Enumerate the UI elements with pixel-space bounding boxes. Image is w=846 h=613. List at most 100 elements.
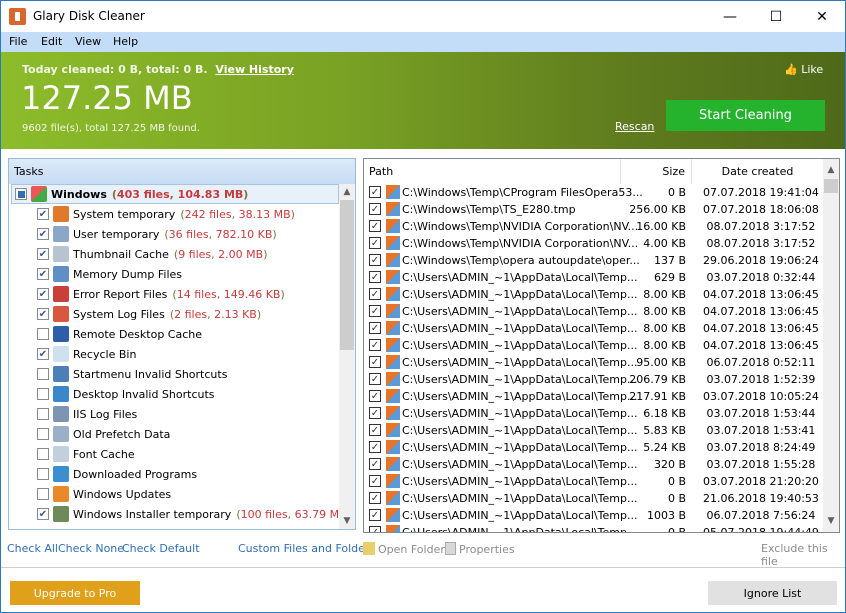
task-checkbox[interactable]: ✔ xyxy=(37,268,49,280)
file-row[interactable]: ✓ C:\Users\ADMIN_~1\AppData\Local\Temp...… xyxy=(364,524,824,532)
task-checkbox[interactable] xyxy=(15,188,27,200)
exclude-file-link[interactable]: Exclude this file xyxy=(761,542,845,568)
file-checkbox[interactable]: ✓ xyxy=(369,526,381,532)
close-button[interactable]: ✕ xyxy=(799,1,845,32)
task-checkbox[interactable]: ✔ xyxy=(37,288,49,300)
scroll-up-icon[interactable]: ▲ xyxy=(823,162,839,178)
task-checkbox[interactable] xyxy=(37,448,49,460)
task-item[interactable]: Windows Updates xyxy=(9,484,339,504)
column-path[interactable]: Path xyxy=(364,159,621,184)
file-row[interactable]: ✓ C:\Users\ADMIN_~1\AppData\Local\Temp...… xyxy=(364,320,824,337)
file-row[interactable]: ✓ C:\Users\ADMIN_~1\AppData\Local\Temp...… xyxy=(364,473,824,490)
menu-edit[interactable]: Edit xyxy=(41,35,62,48)
file-checkbox[interactable]: ✓ xyxy=(369,407,381,419)
task-item[interactable]: ✔ Error Report Files (14 files, 149.46 KB) xyxy=(9,284,339,304)
scroll-up-icon[interactable]: ▲ xyxy=(339,184,355,200)
file-row[interactable]: ✓ C:\Users\ADMIN_~1\AppData\Local\Temp...… xyxy=(364,371,824,388)
file-row[interactable]: ✓ C:\Users\ADMIN_~1\AppData\Local\Temp...… xyxy=(364,354,824,371)
task-item[interactable]: ✔ System temporary (242 files, 38.13 MB) xyxy=(9,204,339,224)
files-scrollbar[interactable]: ▲ ▼ xyxy=(823,159,839,532)
task-checkbox[interactable]: ✔ xyxy=(37,208,49,220)
file-row[interactable]: ✓ C:\Windows\Temp\CProgram FilesOpera53..… xyxy=(364,184,824,201)
file-checkbox[interactable]: ✓ xyxy=(369,288,381,300)
task-item[interactable]: Remote Desktop Cache xyxy=(9,324,339,344)
minimize-button[interactable]: — xyxy=(707,1,753,32)
task-checkbox[interactable] xyxy=(37,468,49,480)
start-cleaning-button[interactable]: Start Cleaning xyxy=(666,100,825,131)
file-checkbox[interactable]: ✓ xyxy=(369,220,381,232)
column-size[interactable]: Size xyxy=(621,159,692,184)
file-row[interactable]: ✓ C:\Windows\Temp\TS_E280.tmp 256.00 KB 07.… xyxy=(364,201,824,218)
task-item[interactable]: Startmenu Invalid Shortcuts xyxy=(9,364,339,384)
file-row[interactable]: ✓ C:\Users\ADMIN_~1\AppData\Local\Temp...… xyxy=(364,388,824,405)
file-row[interactable]: ✓ C:\Windows\Temp\NVIDIA Corporation\NV..… xyxy=(364,218,824,235)
file-checkbox[interactable]: ✓ xyxy=(369,339,381,351)
file-row[interactable]: ✓ C:\Users\ADMIN_~1\AppData\Local\Temp...… xyxy=(364,456,824,473)
file-row[interactable]: ✓ C:\Users\ADMIN_~1\AppData\Local\Temp...… xyxy=(364,507,824,524)
maximize-button[interactable]: ☐ xyxy=(753,1,799,32)
file-row[interactable]: ✓ C:\Windows\Temp\NVIDIA Corporation\NV..… xyxy=(364,235,824,252)
file-row[interactable]: ✓ C:\Windows\Temp\opera autoupdate\oper..… xyxy=(364,252,824,269)
file-row[interactable]: ✓ C:\Users\ADMIN_~1\AppData\Local\Temp...… xyxy=(364,286,824,303)
task-checkbox[interactable] xyxy=(37,408,49,420)
file-checkbox[interactable]: ✓ xyxy=(369,254,381,266)
like-button[interactable]: 👍 Like xyxy=(784,63,823,76)
check-none-link[interactable]: Check None xyxy=(58,542,124,555)
file-checkbox[interactable]: ✓ xyxy=(369,492,381,504)
task-item[interactable]: ✔ Recycle Bin xyxy=(9,344,339,364)
file-checkbox[interactable]: ✓ xyxy=(369,424,381,436)
ignore-list-button[interactable]: Ignore List xyxy=(708,581,837,605)
file-checkbox[interactable]: ✓ xyxy=(369,203,381,215)
file-checkbox[interactable]: ✓ xyxy=(369,305,381,317)
file-checkbox[interactable]: ✓ xyxy=(369,390,381,402)
task-item[interactable]: Old Prefetch Data xyxy=(9,424,339,444)
task-checkbox[interactable] xyxy=(37,368,49,380)
file-row[interactable]: ✓ C:\Users\ADMIN_~1\AppData\Local\Temp...… xyxy=(364,405,824,422)
scroll-down-icon[interactable]: ▼ xyxy=(339,513,355,529)
rescan-link[interactable]: Rescan xyxy=(615,120,654,133)
file-checkbox[interactable]: ✓ xyxy=(369,373,381,385)
task-checkbox[interactable] xyxy=(37,388,49,400)
check-all-link[interactable]: Check All xyxy=(7,542,58,555)
view-history-link[interactable]: View History xyxy=(215,63,293,76)
task-checkbox[interactable] xyxy=(37,328,49,340)
file-checkbox[interactable]: ✓ xyxy=(369,509,381,521)
custom-files-link[interactable]: Custom Files and Folders xyxy=(238,542,375,555)
file-checkbox[interactable]: ✓ xyxy=(369,441,381,453)
task-item[interactable]: ✔ Memory Dump Files xyxy=(9,264,339,284)
file-row[interactable]: ✓ C:\Users\ADMIN_~1\AppData\Local\Temp...… xyxy=(364,337,824,354)
file-checkbox[interactable]: ✓ xyxy=(369,271,381,283)
column-date-created[interactable]: Date created xyxy=(692,159,824,184)
upgrade-to-pro-button[interactable]: Upgrade to Pro xyxy=(10,581,140,605)
file-checkbox[interactable]: ✓ xyxy=(369,186,381,198)
task-checkbox[interactable]: ✔ xyxy=(37,508,49,520)
scroll-down-icon[interactable]: ▼ xyxy=(823,513,839,529)
menu-help[interactable]: Help xyxy=(113,35,138,48)
file-row[interactable]: ✓ C:\Users\ADMIN_~1\AppData\Local\Temp...… xyxy=(364,303,824,320)
menu-view[interactable]: View xyxy=(75,35,101,48)
menu-file[interactable]: File xyxy=(9,35,27,48)
task-group-windows[interactable]: Windows (403 files, 104.83 MB) xyxy=(11,184,339,204)
task-item[interactable]: Font Cache xyxy=(9,444,339,464)
task-checkbox[interactable]: ✔ xyxy=(37,228,49,240)
tasks-scroll-thumb[interactable] xyxy=(340,200,354,350)
file-checkbox[interactable]: ✓ xyxy=(369,458,381,470)
task-checkbox[interactable]: ✔ xyxy=(37,248,49,260)
file-row[interactable]: ✓ C:\Users\ADMIN_~1\AppData\Local\Temp...… xyxy=(364,269,824,286)
task-item[interactable]: ✔ User temporary (36 files, 782.10 KB) xyxy=(9,224,339,244)
task-item[interactable]: Downloaded Programs xyxy=(9,464,339,484)
task-item[interactable]: ✔ Thumbnail Cache (9 files, 2.00 MB) xyxy=(9,244,339,264)
task-checkbox[interactable] xyxy=(37,488,49,500)
file-checkbox[interactable]: ✓ xyxy=(369,237,381,249)
task-item[interactable]: IIS Log Files xyxy=(9,404,339,424)
file-row[interactable]: ✓ C:\Users\ADMIN_~1\AppData\Local\Temp...… xyxy=(364,490,824,507)
file-row[interactable]: ✓ C:\Users\ADMIN_~1\AppData\Local\Temp...… xyxy=(364,422,824,439)
task-item[interactable]: ✔ System Log Files (2 files, 2.13 KB) xyxy=(9,304,339,324)
task-checkbox[interactable] xyxy=(37,428,49,440)
file-checkbox[interactable]: ✓ xyxy=(369,322,381,334)
files-scroll-thumb[interactable] xyxy=(824,179,838,193)
task-item[interactable]: ✔ Windows Installer temporary (100 files, … xyxy=(9,504,339,524)
task-checkbox[interactable]: ✔ xyxy=(37,308,49,320)
task-checkbox[interactable]: ✔ xyxy=(37,348,49,360)
open-folder-button[interactable]: Open Folder xyxy=(363,542,445,556)
